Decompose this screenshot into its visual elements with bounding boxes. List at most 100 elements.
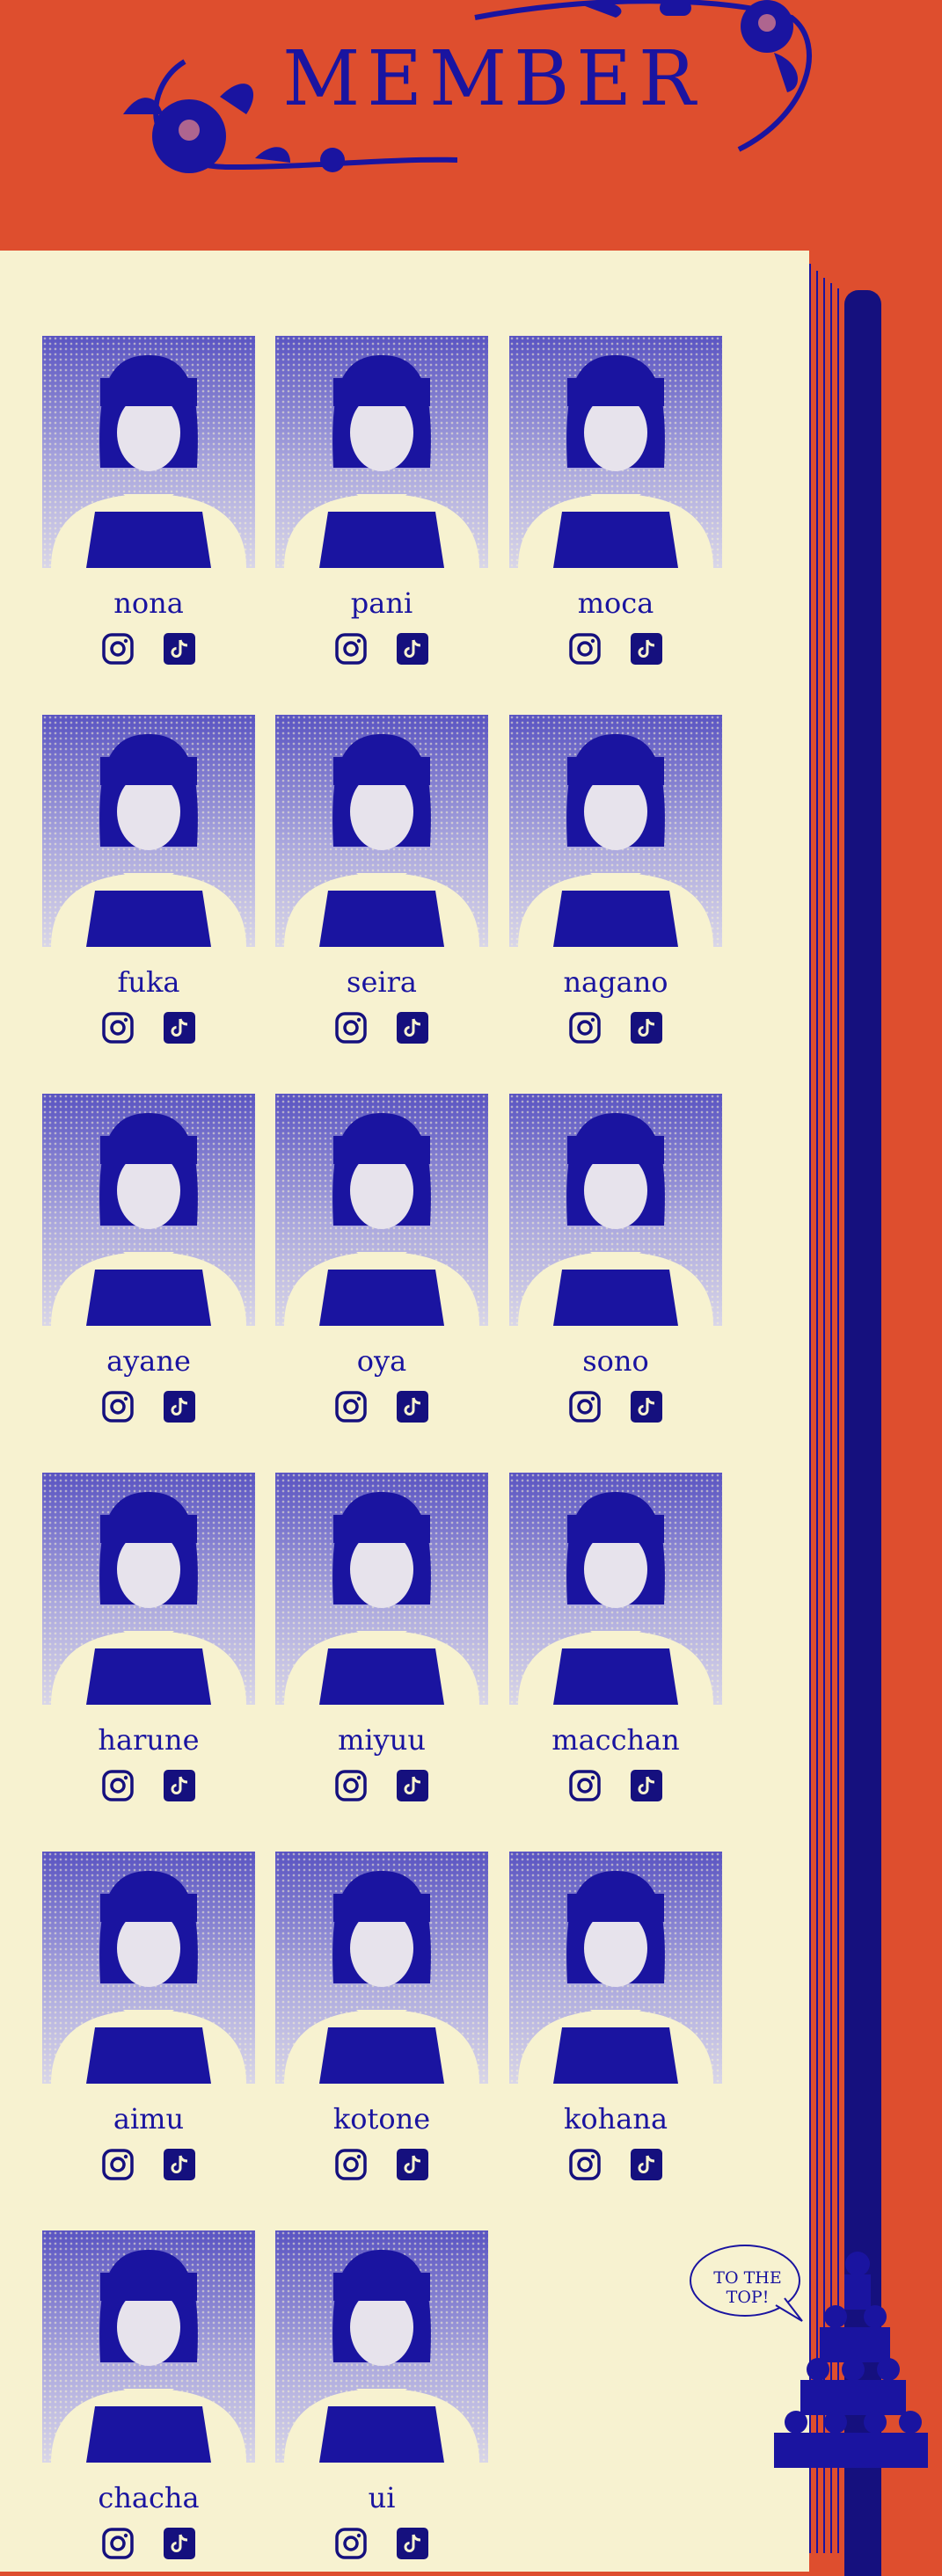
instagram-icon[interactable] (102, 633, 134, 665)
member-card: ui (275, 2230, 488, 2559)
member-card: pani (275, 336, 488, 665)
tiktok-icon[interactable] (631, 1012, 662, 1044)
instagram-icon[interactable] (569, 633, 601, 665)
member-social-links (509, 1770, 722, 1801)
member-photo (42, 1852, 255, 2084)
member-card: chacha (42, 2230, 255, 2559)
instagram-icon[interactable] (335, 2149, 367, 2180)
instagram-icon[interactable] (569, 1012, 601, 1044)
member-card: miyuu (275, 1473, 488, 1801)
member-photo (42, 1473, 255, 1705)
tiktok-icon[interactable] (397, 2149, 428, 2180)
member-name: harune (98, 1723, 200, 1757)
member-photo (509, 336, 722, 568)
tiktok-icon[interactable] (164, 2528, 195, 2559)
member-name: oya (356, 1344, 407, 1378)
tiktok-icon[interactable] (397, 1391, 428, 1423)
member-card: nona (42, 336, 255, 665)
header: MEMBER (0, 0, 942, 251)
member-social-links (275, 1770, 488, 1801)
member-photo (42, 336, 255, 568)
member-card: moca (509, 336, 722, 665)
member-photo (509, 715, 722, 947)
member-social-links (509, 1391, 722, 1423)
member-photo (42, 715, 255, 947)
instagram-icon[interactable] (569, 1391, 601, 1423)
member-social-links (42, 2528, 255, 2559)
member-social-links (509, 1012, 722, 1044)
tiktok-icon[interactable] (164, 1391, 195, 1423)
member-photo (509, 1473, 722, 1705)
member-social-links (275, 2528, 488, 2559)
member-card: ayane (42, 1094, 255, 1423)
member-photo (275, 1094, 488, 1326)
member-card: aimu (42, 1852, 255, 2180)
member-photo (275, 2230, 488, 2463)
member-social-links (509, 2149, 722, 2180)
instagram-icon[interactable] (335, 1391, 367, 1423)
member-name: macchan (551, 1723, 680, 1757)
tiktok-icon[interactable] (631, 1391, 662, 1423)
member-card: macchan (509, 1473, 722, 1801)
member-photo (509, 1094, 722, 1326)
book-spine (844, 290, 881, 2576)
member-photo (42, 2230, 255, 2463)
tiktok-icon[interactable] (164, 2149, 195, 2180)
tiktok-icon[interactable] (397, 633, 428, 665)
instagram-icon[interactable] (335, 1012, 367, 1044)
instagram-icon[interactable] (102, 2528, 134, 2559)
tiktok-icon[interactable] (631, 2149, 662, 2180)
tiktok-icon[interactable] (397, 1012, 428, 1044)
instagram-icon[interactable] (335, 633, 367, 665)
member-card: seira (275, 715, 488, 1044)
member-photo (275, 1473, 488, 1705)
member-name: moca (577, 586, 654, 620)
member-social-links (42, 1391, 255, 1423)
instagram-icon[interactable] (102, 1770, 134, 1801)
member-social-links (509, 633, 722, 665)
tiktok-icon[interactable] (164, 633, 195, 665)
instagram-icon[interactable] (569, 1770, 601, 1801)
member-name: miyuu (338, 1723, 426, 1757)
member-photo (275, 336, 488, 568)
member-name: kotone (332, 2102, 431, 2136)
member-card: harune (42, 1473, 255, 1801)
member-social-links (42, 1770, 255, 1801)
member-name: nagano (563, 965, 668, 999)
member-card: fuka (42, 715, 255, 1044)
member-name: ui (368, 2481, 396, 2514)
instagram-icon[interactable] (569, 2149, 601, 2180)
member-photo (275, 715, 488, 947)
member-card: kohana (509, 1852, 722, 2180)
instagram-icon[interactable] (102, 1012, 134, 1044)
instagram-icon[interactable] (335, 2528, 367, 2559)
member-card: nagano (509, 715, 722, 1044)
instagram-icon[interactable] (102, 2149, 134, 2180)
instagram-icon[interactable] (335, 1770, 367, 1801)
member-name: kohana (563, 2102, 668, 2136)
member-social-links (275, 1012, 488, 1044)
tiktok-icon[interactable] (631, 633, 662, 665)
member-name: nona (113, 586, 184, 620)
instagram-icon[interactable] (102, 1391, 134, 1423)
member-name: seira (347, 965, 417, 999)
member-photo (275, 1852, 488, 2084)
member-pyramid-image (774, 2252, 928, 2468)
member-card: oya (275, 1094, 488, 1423)
member-social-links (275, 1391, 488, 1423)
member-name: pani (350, 586, 413, 620)
member-social-links (42, 633, 255, 665)
tiktok-icon[interactable] (164, 1770, 195, 1801)
member-name: fuka (117, 965, 180, 999)
member-name: chacha (98, 2481, 200, 2514)
tiktok-icon[interactable] (631, 1770, 662, 1801)
member-social-links (42, 2149, 255, 2180)
tiktok-icon[interactable] (397, 2528, 428, 2559)
member-social-links (275, 2149, 488, 2180)
tiktok-icon[interactable] (397, 1770, 428, 1801)
member-card: sono (509, 1094, 722, 1423)
camellia-right-icon (474, 0, 812, 152)
tiktok-icon[interactable] (164, 1012, 195, 1044)
member-photo (509, 1852, 722, 2084)
member-card: kotone (275, 1852, 488, 2180)
